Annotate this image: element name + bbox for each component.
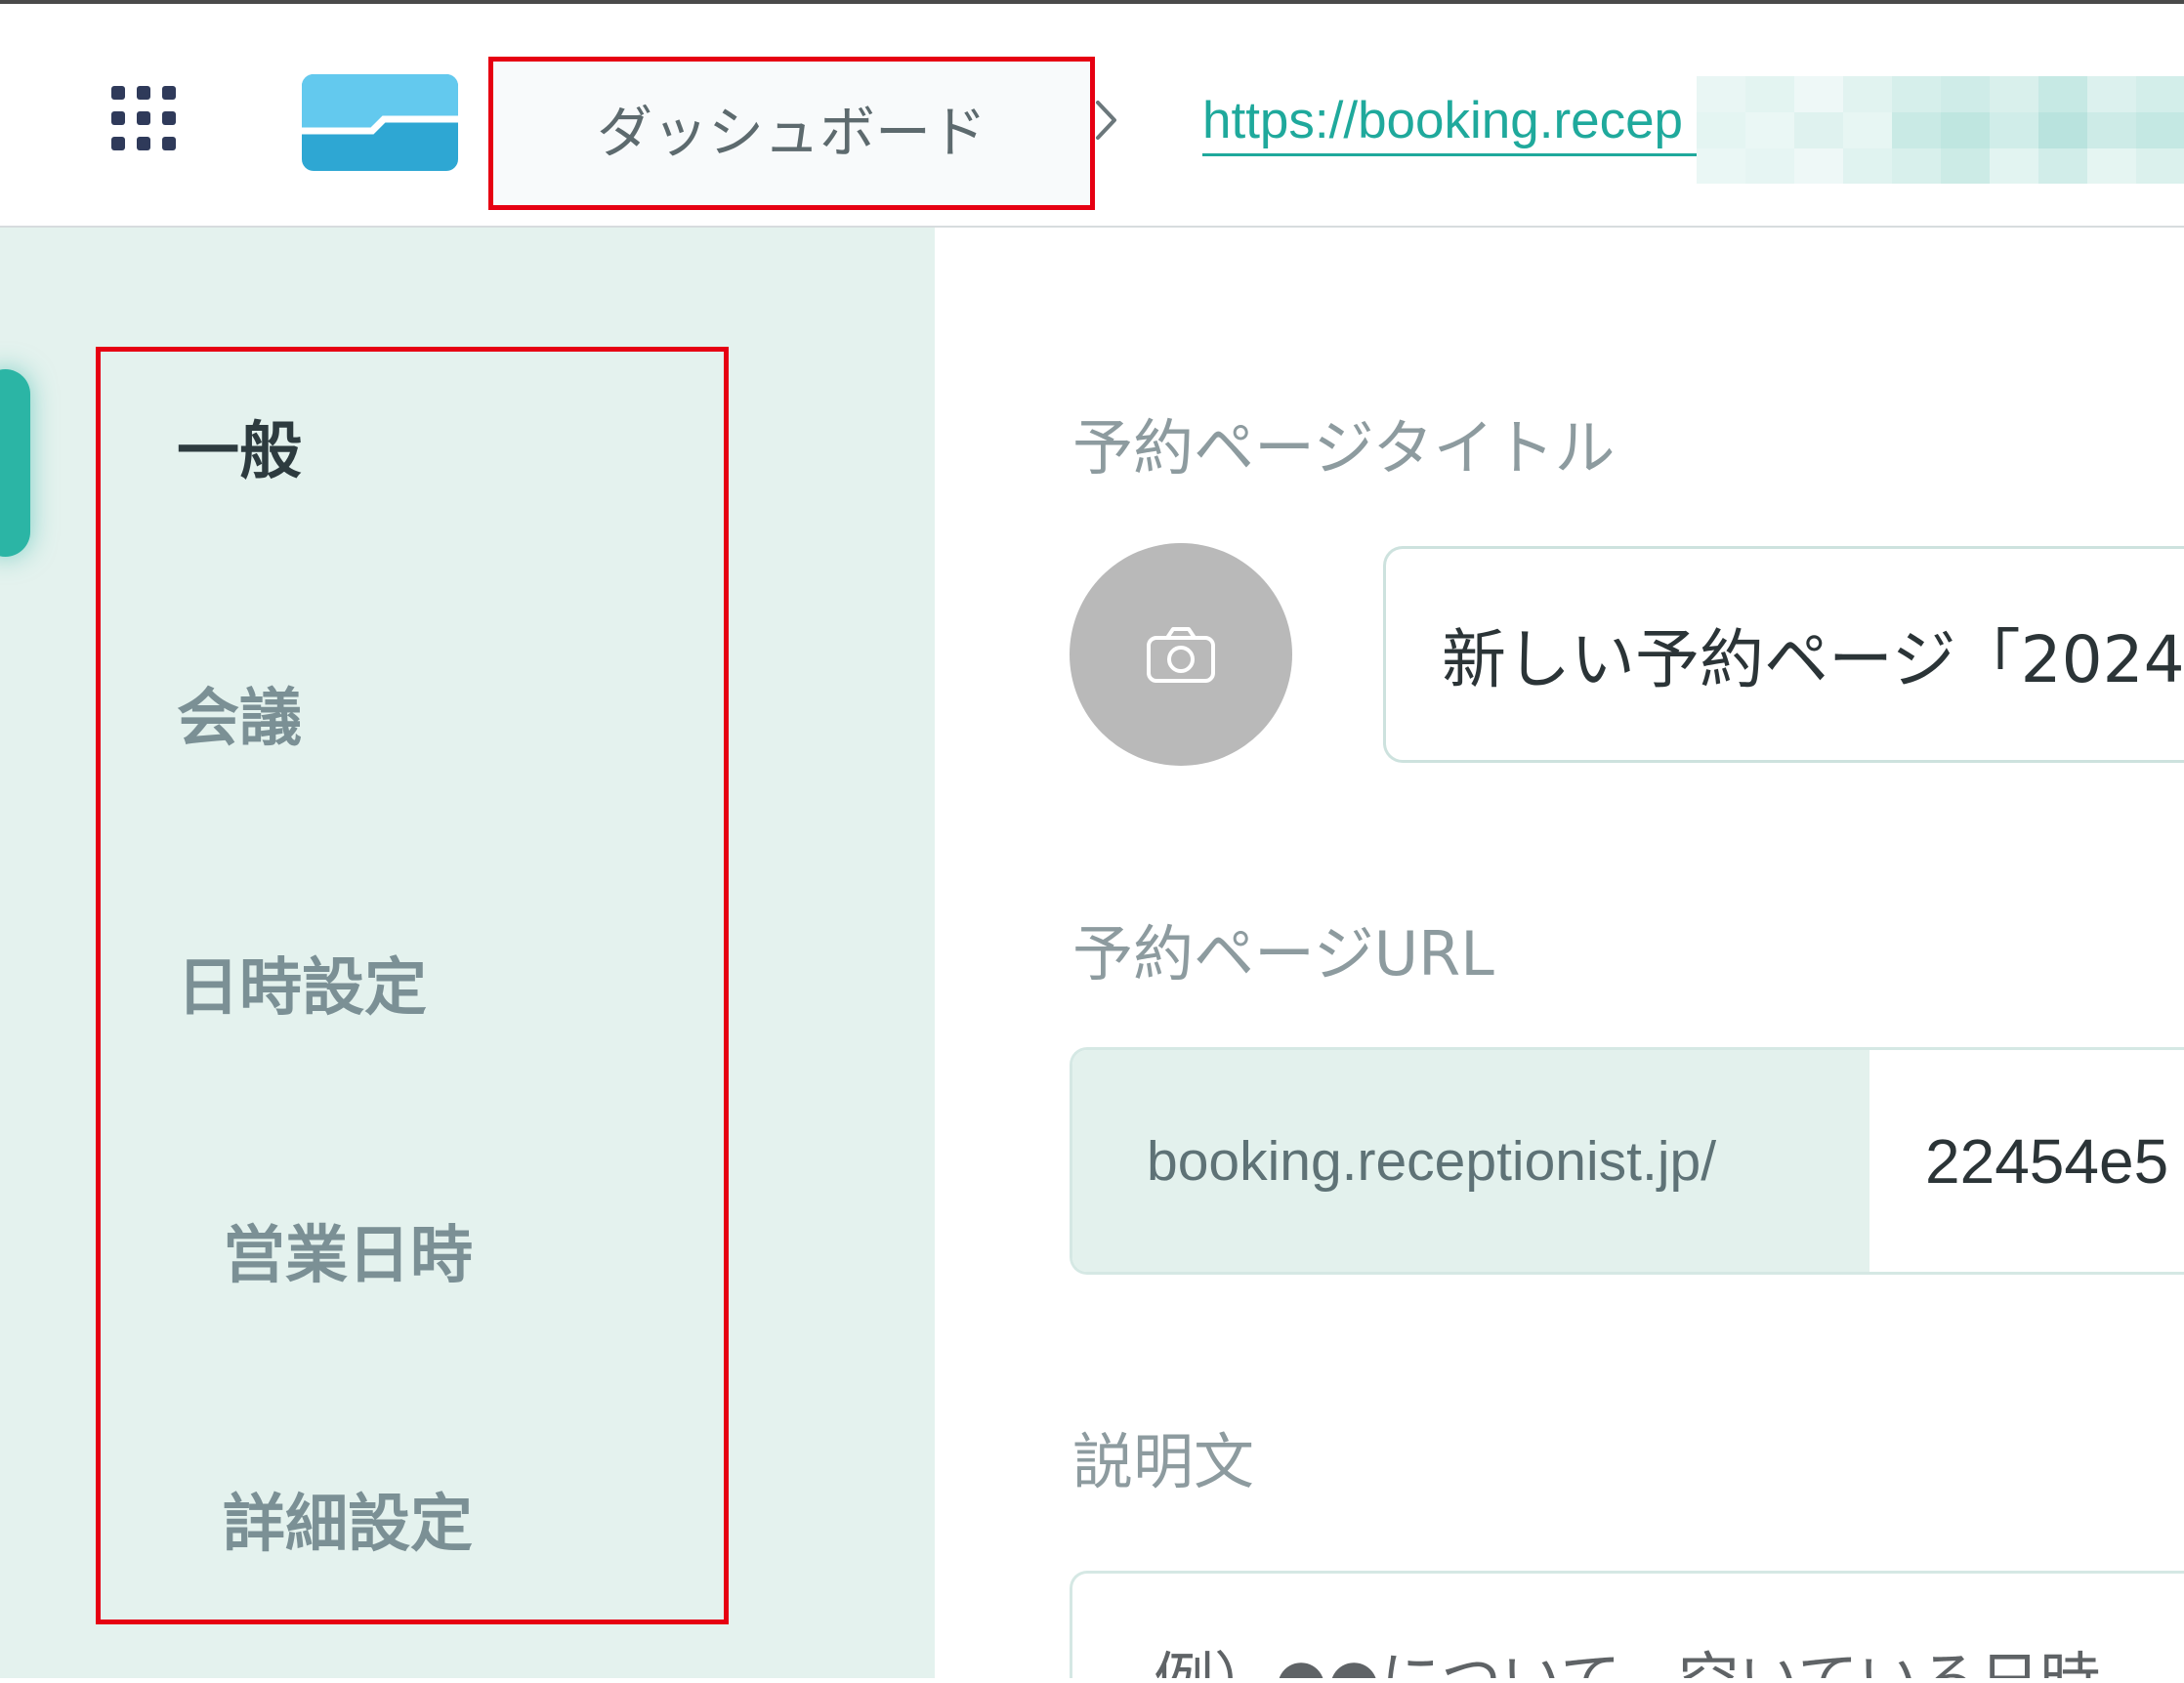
top-header: ダッシュボード https://booking.recep [0, 4, 2184, 228]
settings-sidebar: 一般 会議 日時設定 営業日時 詳細設定 [0, 228, 935, 1678]
camera-icon [1147, 627, 1215, 683]
page-title-label: 予約ページタイトル [1072, 412, 1616, 484]
grid-dot [162, 111, 176, 125]
page-url-slug-input[interactable] [1869, 1050, 2184, 1272]
grid-dot [137, 111, 150, 125]
app-logo-icon [302, 74, 458, 171]
settings-form: 予約ページタイトル 予約ページURL booking.receptionist.… [935, 228, 2184, 1678]
sidebar-item-label: 会議 [177, 683, 302, 755]
grid-dot [111, 137, 125, 150]
sidebar-item-label: 日時設定 [177, 952, 427, 1025]
sidebar-item-meeting[interactable]: 会議 [177, 680, 646, 758]
sidebar-item-business-hours[interactable]: 営業日時 [223, 1217, 692, 1295]
page-image-upload-button[interactable] [1070, 543, 1292, 766]
grid-dot [162, 137, 176, 150]
sidebar-item-label: 詳細設定 [223, 1489, 473, 1561]
apps-grid-icon [111, 86, 176, 150]
app-logo[interactable] [302, 74, 458, 171]
sidebar-item-schedule-settings[interactable]: 日時設定 [177, 949, 646, 1028]
page-title-input[interactable] [1383, 546, 2184, 763]
sidebar-item-label: 一般 [177, 416, 302, 488]
page-url-prefix: booking.receptionist.jp/ [1072, 1050, 1869, 1272]
grid-dot [137, 137, 150, 150]
chevron-right-icon [1091, 98, 1120, 143]
page-url-field: booking.receptionist.jp/ [1070, 1047, 2184, 1275]
sidebar-active-indicator [0, 369, 30, 557]
description-label: 説明文 [1072, 1426, 1255, 1497]
page-url-label: 予約ページURL [1072, 918, 1494, 989]
sidebar-item-general[interactable]: 一般 [177, 413, 646, 491]
grid-dot [111, 86, 125, 100]
sidebar-item-advanced-settings[interactable]: 詳細設定 [223, 1486, 692, 1564]
page: ダッシュボード https://booking.recep 一般 会議 日時設定… [0, 0, 2184, 1683]
booking-page-url-link[interactable]: https://booking.recep [1202, 89, 1697, 156]
description-textarea[interactable] [1070, 1571, 2184, 1678]
apps-menu-button[interactable] [111, 86, 176, 150]
breadcrumb-dashboard-link[interactable]: ダッシュボード [493, 62, 1090, 205]
app-viewport: ダッシュボード https://booking.recep 一般 会議 日時設定… [0, 0, 2184, 1678]
grid-dot [137, 86, 150, 100]
grid-dot [111, 111, 125, 125]
grid-dot [162, 86, 176, 100]
redacted-url-mosaic [1697, 76, 2184, 184]
sidebar-item-label: 営業日時 [223, 1220, 473, 1292]
